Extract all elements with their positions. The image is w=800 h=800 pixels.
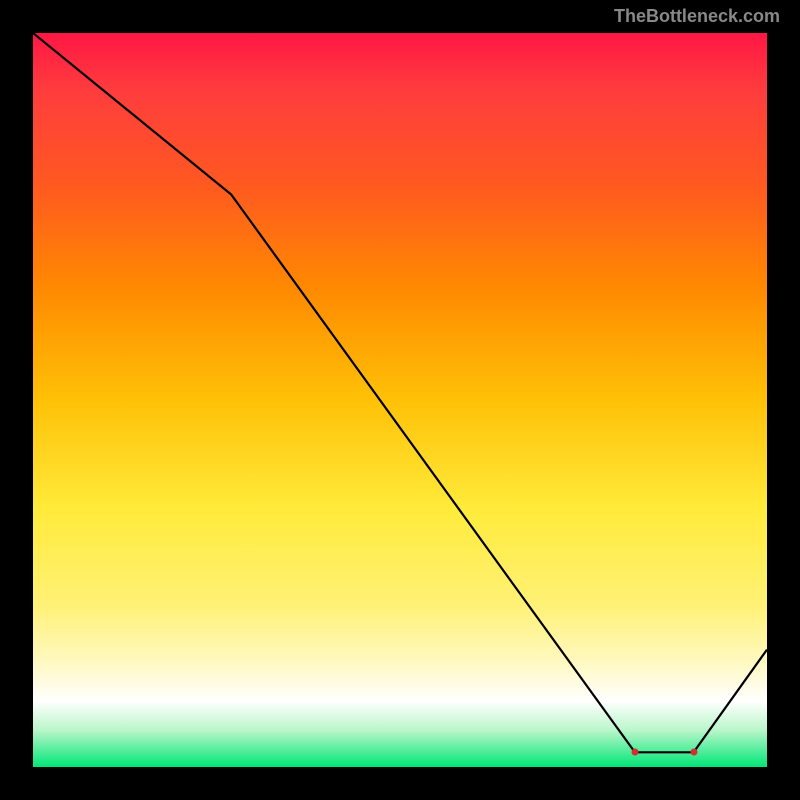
chart-line	[33, 33, 767, 767]
chart-plot-area	[33, 33, 767, 767]
chart-data-point-end	[690, 749, 697, 756]
watermark-text: TheBottleneck.com	[614, 6, 780, 27]
chart-data-point-start	[631, 749, 638, 756]
